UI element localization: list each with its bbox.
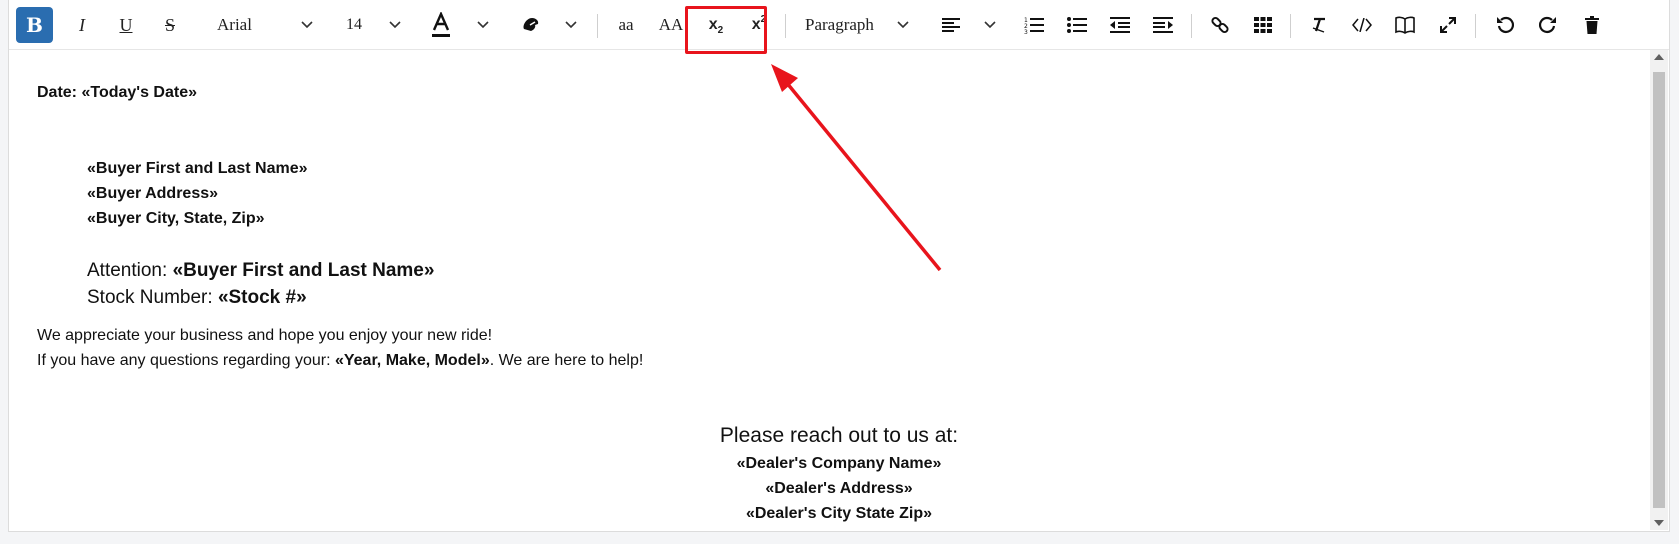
questions-paragraph: If you have any questions regarding your… [37,352,643,370]
font-family-select[interactable]: Arial [217,8,277,42]
superscript-mark: 2 [760,13,767,25]
questions-prefix: If you have any questions regarding your… [37,352,335,369]
document-body[interactable]: Date: «Today's Date» «Buyer First and La… [29,50,1649,530]
dealer-address-line: «Dealer's Address» [765,480,913,497]
dealer-city-line: «Dealer's City State Zip» [745,505,933,522]
buyer-city-line: «Buyer City, State, Zip» [87,210,265,227]
stock-value: «Stock #» [217,287,307,308]
attention-label: Attention: [87,260,173,281]
font-color-icon[interactable] [429,8,453,42]
attention-value: «Buyer First and Last Name» [172,260,435,281]
table-icon[interactable] [1251,8,1275,42]
toolbar-divider [1290,14,1291,38]
superscript-x: x [751,16,761,33]
scroll-up-arrow-icon[interactable] [1654,54,1664,60]
highlight-color-icon[interactable] [519,8,543,42]
bullet-list-icon[interactable] [1065,8,1089,42]
uppercase-button[interactable]: AA [654,8,688,42]
reach-out-heading: Please reach out to us at: [719,424,959,447]
fullscreen-icon[interactable] [1436,8,1460,42]
bold-button[interactable]: B [16,7,53,43]
attention-line: Attention: «Buyer First and Last Name» [87,260,434,282]
scroll-down-arrow-icon[interactable] [1654,520,1664,526]
undo-icon[interactable] [1493,8,1517,42]
block-format-select[interactable]: Paragraph [805,8,885,42]
toolbar-divider [1191,14,1192,38]
italic-button[interactable]: I [67,8,97,42]
svg-text:3: 3 [1024,29,1028,34]
link-icon[interactable] [1208,8,1232,42]
clear-format-icon[interactable] [1307,8,1331,42]
align-left-icon[interactable] [939,8,963,42]
stock-line: Stock Number: «Stock #» [87,287,307,309]
underline-button[interactable]: U [111,8,141,42]
subscript-x: x [708,16,718,33]
numbered-list-icon[interactable]: 123 [1022,8,1046,42]
subscript-mark: 2 [717,24,724,36]
align-chevron-down-icon[interactable] [983,8,997,42]
highlight-color-chevron-down-icon[interactable] [564,8,578,42]
dealer-name-line: «Dealer's Company Name» [736,455,942,472]
buyer-address-line: «Buyer Address» [87,185,219,202]
redo-icon[interactable] [1536,8,1560,42]
font-size-select[interactable]: 14 [339,8,369,42]
toolbar-divider [785,14,786,38]
vehicle-placeholder: «Year, Make, Model» [334,352,490,369]
block-format-chevron-down-icon[interactable] [896,8,910,42]
questions-suffix: . We are here to help! [489,352,644,369]
rich-text-editor: B I U S Arial 14 aa AA x2 x2 Paragraph 1… [8,0,1670,532]
editor-toolbar: B I U S Arial 14 aa AA x2 x2 Paragraph 1… [9,0,1669,50]
superscript-button[interactable]: x2 [744,8,774,42]
stock-label: Stock Number: [87,287,218,308]
indent-icon[interactable] [1151,8,1175,42]
font-size-chevron-down-icon[interactable] [388,8,402,42]
toolbar-divider [1475,14,1476,38]
appreciation-paragraph: We appreciate your business and hope you… [37,327,493,344]
vertical-scrollbar[interactable] [1650,50,1668,530]
lowercase-button[interactable]: aa [613,8,639,42]
font-family-chevron-down-icon[interactable] [300,8,314,42]
outdent-icon[interactable] [1108,8,1132,42]
preview-icon[interactable] [1393,8,1417,42]
buyer-name-line: «Buyer First and Last Name» [87,160,308,177]
scrollbar-thumb[interactable] [1653,72,1665,508]
date-line: Date: «Today's Date» [37,84,198,101]
code-view-icon[interactable] [1350,8,1374,42]
font-color-chevron-down-icon[interactable] [476,8,490,42]
subscript-button[interactable]: x2 [701,8,731,42]
toolbar-divider [597,14,598,38]
trash-icon[interactable] [1580,8,1604,42]
strikethrough-button[interactable]: S [155,8,185,42]
